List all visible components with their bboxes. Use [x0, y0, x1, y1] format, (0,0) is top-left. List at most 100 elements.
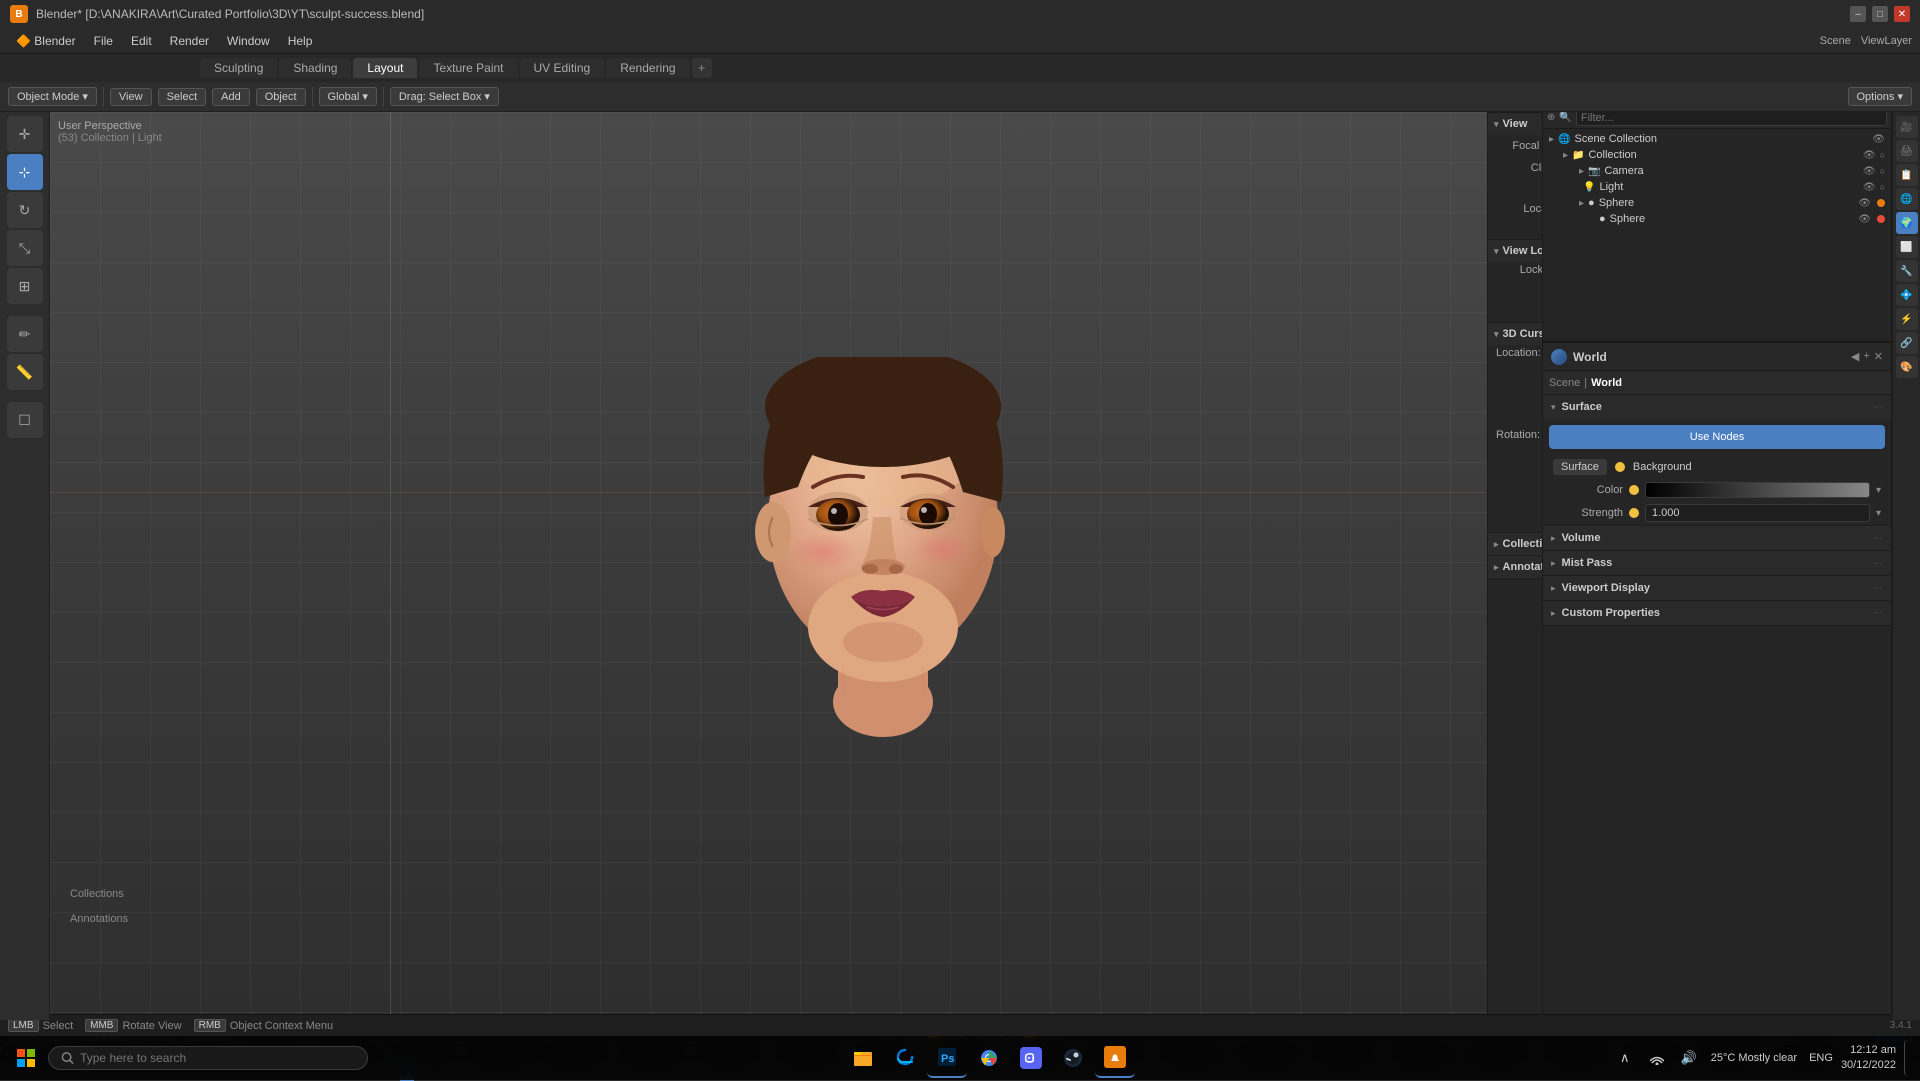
sphere-orange-dot	[1877, 199, 1885, 207]
menu-edit[interactable]: Edit	[123, 32, 160, 50]
add-workspace-button[interactable]: +	[692, 58, 712, 78]
menu-file[interactable]: File	[86, 32, 121, 50]
select-menu-btn[interactable]: Select	[158, 88, 207, 106]
strength-value[interactable]: 1.000	[1645, 504, 1870, 522]
expand-color-icon[interactable]: ▾	[1876, 485, 1881, 496]
surface-header[interactable]: ▾ Surface ⋯	[1543, 395, 1891, 419]
render-props-tab[interactable]: 🎥	[1896, 116, 1918, 138]
physics-props-tab[interactable]: ⚡	[1896, 308, 1918, 330]
tray-weather[interactable]: 25°C Mostly clear	[1707, 1044, 1801, 1072]
tray-network[interactable]	[1643, 1044, 1671, 1072]
camera-eye[interactable]: 👁	[1863, 166, 1876, 177]
taskbar-discord[interactable]	[1011, 1038, 1051, 1078]
maximize-button[interactable]: □	[1872, 6, 1888, 22]
cursor-tool[interactable]: ✛	[7, 116, 43, 152]
move-tool[interactable]: ⊹	[7, 154, 43, 190]
output-props-tab[interactable]: 🖨	[1896, 140, 1918, 162]
transform-tool[interactable]: ⊞	[7, 268, 43, 304]
sphere-parent-item[interactable]: ▸ ● Sphere 👁	[1543, 195, 1891, 211]
add-menu-btn[interactable]: Add	[212, 88, 250, 106]
orientation-dropdown[interactable]: Global ▾	[319, 87, 377, 106]
material-props-tab[interactable]: 🎨	[1896, 356, 1918, 378]
view-menu-btn[interactable]: View	[110, 88, 152, 106]
collection-item[interactable]: ▸ 📁 Collection 👁 ○	[1543, 147, 1891, 163]
system-clock[interactable]: 12:12 am 30/12/2022	[1841, 1043, 1896, 1074]
light-item[interactable]: 💡 Light 👁 ○	[1543, 179, 1891, 195]
world-label-tab[interactable]: World	[1591, 377, 1622, 389]
surface-button[interactable]: Surface	[1553, 459, 1607, 475]
tab-shading[interactable]: Shading	[279, 58, 351, 78]
status-bar: LMB Select MMB Rotate View RMB Object Co…	[0, 1014, 1920, 1036]
measure-tool[interactable]: 📏	[7, 354, 43, 390]
annotate-tool[interactable]: ✏	[7, 316, 43, 352]
minimize-button[interactable]: –	[1850, 6, 1866, 22]
show-desktop-btn[interactable]	[1904, 1040, 1912, 1076]
sphere-child-item[interactable]: ● Sphere 👁	[1543, 211, 1891, 227]
color-bar[interactable]	[1645, 482, 1870, 498]
menu-help[interactable]: Help	[280, 32, 321, 50]
particles-props-tab[interactable]: 💠	[1896, 284, 1918, 306]
collection-eye[interactable]: 👁	[1863, 150, 1876, 161]
prop-search-area: Scene | World	[1549, 377, 1622, 389]
expand-strength-icon[interactable]: ▾	[1876, 508, 1881, 519]
taskbar-blender[interactable]	[1095, 1038, 1135, 1078]
object-props-tab[interactable]: ⬜	[1896, 236, 1918, 258]
tab-layout[interactable]: Layout	[353, 58, 417, 78]
axis-green-line	[390, 112, 391, 1020]
menu-window[interactable]: Window	[219, 32, 278, 50]
taskbar-photoshop[interactable]: Ps	[927, 1038, 967, 1078]
custom-properties-header[interactable]: ▸ Custom Properties ⋯	[1543, 601, 1891, 625]
tab-uv-editing[interactable]: UV Editing	[520, 58, 605, 78]
viewport-display-section: ▸ Viewport Display ⋯	[1543, 576, 1891, 601]
surface-section: ▾ Surface ⋯ Use Nodes Surface Background…	[1543, 395, 1891, 526]
sphere-parent-eye[interactable]: 👁	[1858, 198, 1871, 209]
options-button[interactable]: Options ▾	[1848, 87, 1913, 106]
scale-tool[interactable]: ⤡	[7, 230, 43, 266]
scene-props-tab[interactable]: 🌐	[1896, 188, 1918, 210]
taskbar-chrome[interactable]	[969, 1038, 1009, 1078]
taskbar-edge[interactable]	[885, 1038, 925, 1078]
object-menu-btn[interactable]: Object	[256, 88, 306, 106]
drag-dropdown[interactable]: Drag: Select Box ▾	[390, 87, 499, 106]
background-label: Background	[1633, 461, 1692, 473]
annotations-label: Annotations	[70, 913, 128, 925]
taskbar-file-explorer[interactable]	[843, 1038, 883, 1078]
mist-pass-header[interactable]: ▸ Mist Pass ⋯	[1543, 551, 1891, 575]
world-icon	[1551, 349, 1567, 365]
modifier-props-tab[interactable]: 🔧	[1896, 260, 1918, 282]
tray-volume[interactable]: 🔊	[1675, 1044, 1703, 1072]
close-button[interactable]: ✕	[1894, 6, 1910, 22]
world-props-tab[interactable]: 🌍	[1896, 212, 1918, 234]
start-button[interactable]	[8, 1040, 44, 1076]
volume-section: ▸ Volume ⋯	[1543, 526, 1891, 551]
outliner-content: ▸ 🌐 Scene Collection 👁 ▸ 📁 Collection 👁 …	[1543, 129, 1891, 229]
use-nodes-button[interactable]: Use Nodes	[1549, 425, 1885, 449]
camera-item[interactable]: ▸ 📷 Camera 👁 ○	[1543, 163, 1891, 179]
taskbar-steam[interactable]	[1053, 1038, 1093, 1078]
view-layer-props-tab[interactable]: 📋	[1896, 164, 1918, 186]
object-mode-dropdown[interactable]: Object Mode ▾	[8, 87, 97, 106]
prop-new-icon[interactable]: +	[1863, 350, 1869, 363]
scene-collection-item[interactable]: ▸ 🌐 Scene Collection 👁	[1543, 131, 1891, 147]
scene-collection-eye[interactable]: 👁	[1872, 134, 1885, 145]
viewport-3d[interactable]: User Perspective (53) Collection | Light…	[50, 112, 1715, 1020]
menu-render[interactable]: Render	[162, 32, 217, 50]
tab-rendering[interactable]: Rendering	[606, 58, 689, 78]
taskbar-app-icons: Ps	[372, 1038, 1607, 1078]
prop-close-icon[interactable]: ✕	[1874, 350, 1883, 363]
tab-sculpting[interactable]: Sculpting	[200, 58, 277, 78]
scene-label[interactable]: Scene	[1549, 377, 1580, 389]
menu-blender[interactable]: 🔶 Blender	[8, 32, 84, 50]
tab-texture-paint[interactable]: Texture Paint	[419, 58, 517, 78]
volume-header[interactable]: ▸ Volume ⋯	[1543, 526, 1891, 550]
search-input[interactable]	[80, 1051, 355, 1065]
constraints-tab[interactable]: 🔗	[1896, 332, 1918, 354]
tray-expand[interactable]: ∧	[1611, 1044, 1639, 1072]
viewport-display-header[interactable]: ▸ Viewport Display ⋯	[1543, 576, 1891, 600]
prop-browse-icon[interactable]: ◀	[1851, 350, 1859, 363]
light-eye[interactable]: 👁	[1863, 182, 1876, 193]
taskbar-search[interactable]	[48, 1046, 368, 1070]
add-cube-tool[interactable]: ☐	[7, 402, 43, 438]
rotate-tool[interactable]: ↻	[7, 192, 43, 228]
sphere-child-eye[interactable]: 👁	[1858, 214, 1871, 225]
